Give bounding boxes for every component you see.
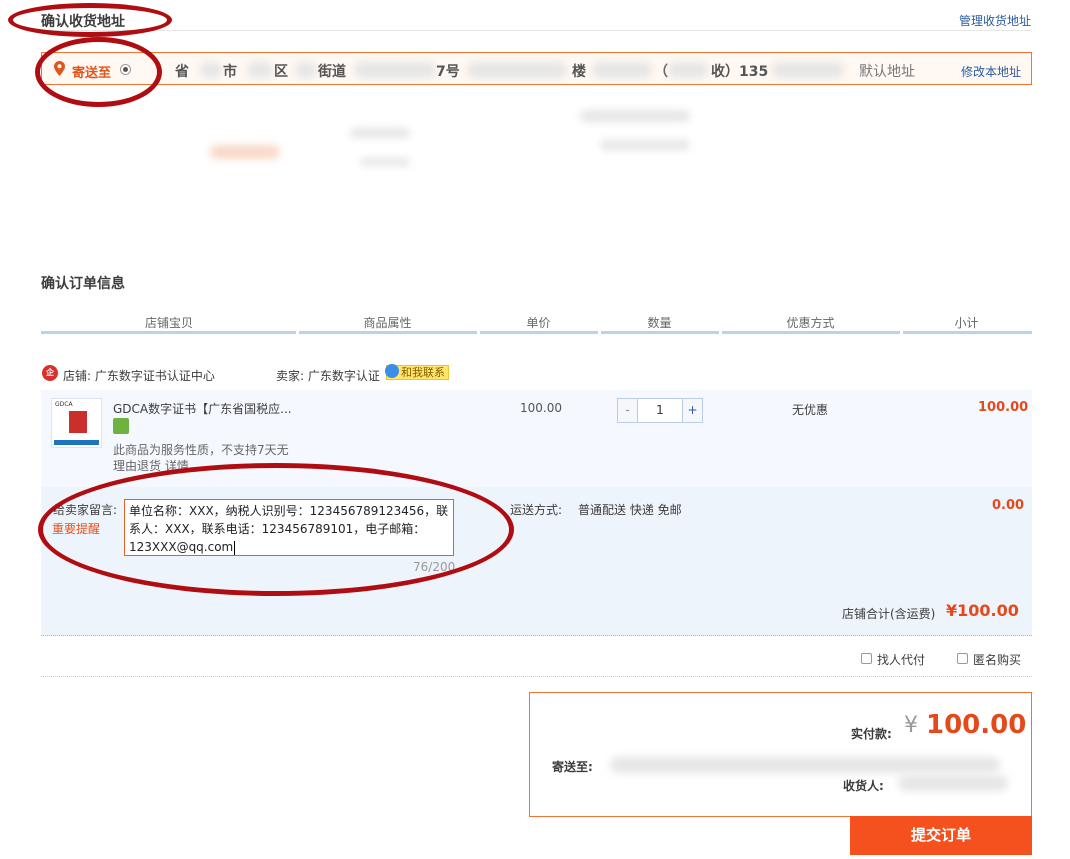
shop-name-link[interactable]: 店铺: 广东数字证书认证中心 — [63, 367, 215, 384]
redacted-text — [467, 62, 567, 78]
table-header-underline — [41, 331, 1032, 334]
address-paren: （ — [654, 64, 668, 80]
redacted-text — [610, 757, 1000, 773]
thumbnail-logo-text: GDCA — [55, 401, 73, 408]
increase-quantity-button[interactable]: + — [682, 399, 702, 422]
submit-order-button[interactable]: 提交订单 — [850, 816, 1032, 855]
shipping-method[interactable]: 普通配送 快递 免邮 — [578, 501, 682, 518]
item-subtotal: 100.00 — [978, 400, 1029, 415]
message-text: 单位名称：XXX，纳税人识别号：123456789123456，联系人：XXX，… — [129, 504, 449, 554]
shipping-label: 运送方式: — [510, 503, 563, 517]
order-section-title: 确认订单信息 — [41, 276, 125, 292]
column-header-quantity: 数量 — [647, 316, 672, 330]
address-radio[interactable] — [120, 64, 131, 75]
summary-ship-to-label: 寄送至: — [552, 760, 593, 774]
chat-bubble-icon — [385, 364, 399, 378]
header-separator — [719, 331, 722, 334]
contact-seller-button[interactable]: 和我联系 — [385, 364, 449, 380]
quantity-stepper[interactable]: - 1 + — [617, 398, 703, 423]
anonymous-purchase-label: 匿名购买 — [973, 653, 1022, 667]
redacted-text — [772, 62, 844, 78]
redacted-text — [668, 62, 708, 78]
column-header-discount: 优惠方式 — [786, 316, 835, 330]
redacted-text — [350, 128, 410, 138]
edit-address-link[interactable]: 修改本地址 — [961, 63, 1021, 80]
address-building: 楼 — [572, 64, 586, 80]
thumbnail-banner — [54, 440, 99, 445]
default-address-label: 默认地址 — [859, 64, 915, 80]
redacted-text — [600, 140, 690, 150]
summary-receiver-label: 收货人: — [843, 779, 884, 793]
product-title-link[interactable]: GDCA数字证书【广东省国税应... — [113, 400, 292, 417]
important-reminder-link[interactable]: 重要提醒 — [52, 520, 100, 537]
address-receiver: 收）135 — [711, 64, 769, 80]
redacted-text — [360, 158, 410, 166]
column-header-price: 单价 — [526, 316, 551, 330]
seller-name-link[interactable]: 卖家: 广东数字认证 — [276, 367, 380, 384]
address-street: 街道 — [318, 64, 346, 80]
product-thumbnail[interactable]: GDCA — [51, 398, 102, 448]
address-divider — [41, 30, 1032, 31]
redacted-text — [200, 62, 222, 78]
building-logo-icon — [69, 411, 87, 433]
shop-total-row: 店铺合计(含运费) ¥100.00 — [41, 584, 1032, 636]
address-number: 7号 — [436, 64, 460, 80]
shop-shield-icon: 企 — [42, 365, 58, 381]
shipping-fee: 0.00 — [992, 498, 1025, 513]
address-district: 区 — [274, 64, 288, 80]
message-label: 给卖家留言: — [53, 503, 118, 517]
seller-message-textarea[interactable]: 单位名称：XXX，纳税人识别号：123456789123456，联系人：XXX，… — [124, 499, 454, 556]
redacted-text — [295, 62, 317, 78]
message-row: 给卖家留言: 重要提醒 单位名称：XXX，纳税人识别号：123456789123… — [41, 487, 1032, 584]
payment-summary-box: 实付款: ¥ 100.00 寄送至: 收货人: — [529, 692, 1032, 817]
service-badge-icon — [113, 418, 129, 434]
proxy-pay-label: 找人代付 — [877, 653, 926, 667]
service-note: 此商品为服务性质，不支持7天无理由退货 详情 — [113, 443, 289, 473]
shop-total-amount: ¥100.00 — [946, 601, 1019, 620]
redacted-text — [580, 110, 690, 122]
proxy-pay-checkbox[interactable] — [861, 653, 872, 664]
currency-symbol: ¥ — [904, 713, 918, 738]
header-separator — [296, 331, 299, 334]
shop-total-label: 店铺合计(含运费) — [842, 607, 936, 621]
quantity-input[interactable]: 1 — [638, 399, 682, 422]
discount-value: 无优惠 — [792, 403, 829, 417]
text-caret — [234, 540, 236, 555]
address-section-title: 确认收货地址 — [41, 14, 125, 30]
redacted-text — [592, 62, 652, 78]
location-pin-icon — [54, 61, 65, 76]
redacted-text — [354, 62, 436, 78]
contact-seller-label: 和我联系 — [401, 366, 445, 379]
anonymous-purchase-checkbox[interactable] — [957, 653, 968, 664]
redacted-text — [898, 775, 1008, 791]
column-header-attributes: 商品属性 — [363, 316, 412, 330]
unit-price: 100.00 — [520, 401, 562, 415]
message-char-counter: 76/200 — [413, 560, 456, 574]
header-separator — [900, 331, 903, 334]
column-header-subtotal: 小计 — [954, 316, 979, 330]
address-province: 省 — [175, 64, 189, 80]
header-separator — [598, 331, 601, 334]
amount-due-label: 实付款: — [851, 727, 892, 741]
header-separator — [477, 331, 480, 334]
shop-row: 企 店铺: 广东数字证书认证中心 卖家: 广东数字认证 和我联系 — [41, 362, 1032, 390]
decrease-quantity-button[interactable]: - — [618, 399, 638, 422]
column-header-item: 店铺宝贝 — [144, 316, 193, 330]
amount-due-value: 100.00 — [926, 710, 1027, 740]
manage-address-link[interactable]: 管理收货地址 — [959, 12, 1031, 29]
options-divider — [41, 676, 1032, 677]
selected-address-card[interactable]: 寄送至 省 市 区 街道 7号 楼 （ 收）135 默认地址 修改本地址 — [41, 52, 1032, 85]
address-city: 市 — [223, 64, 237, 80]
order-item-row: GDCA GDCA数字证书【广东省国税应... 此商品为服务性质，不支持7天无理… — [41, 390, 1032, 487]
ship-to-label: 寄送至 — [72, 66, 112, 81]
redacted-text — [210, 145, 280, 159]
redacted-text — [247, 62, 273, 78]
